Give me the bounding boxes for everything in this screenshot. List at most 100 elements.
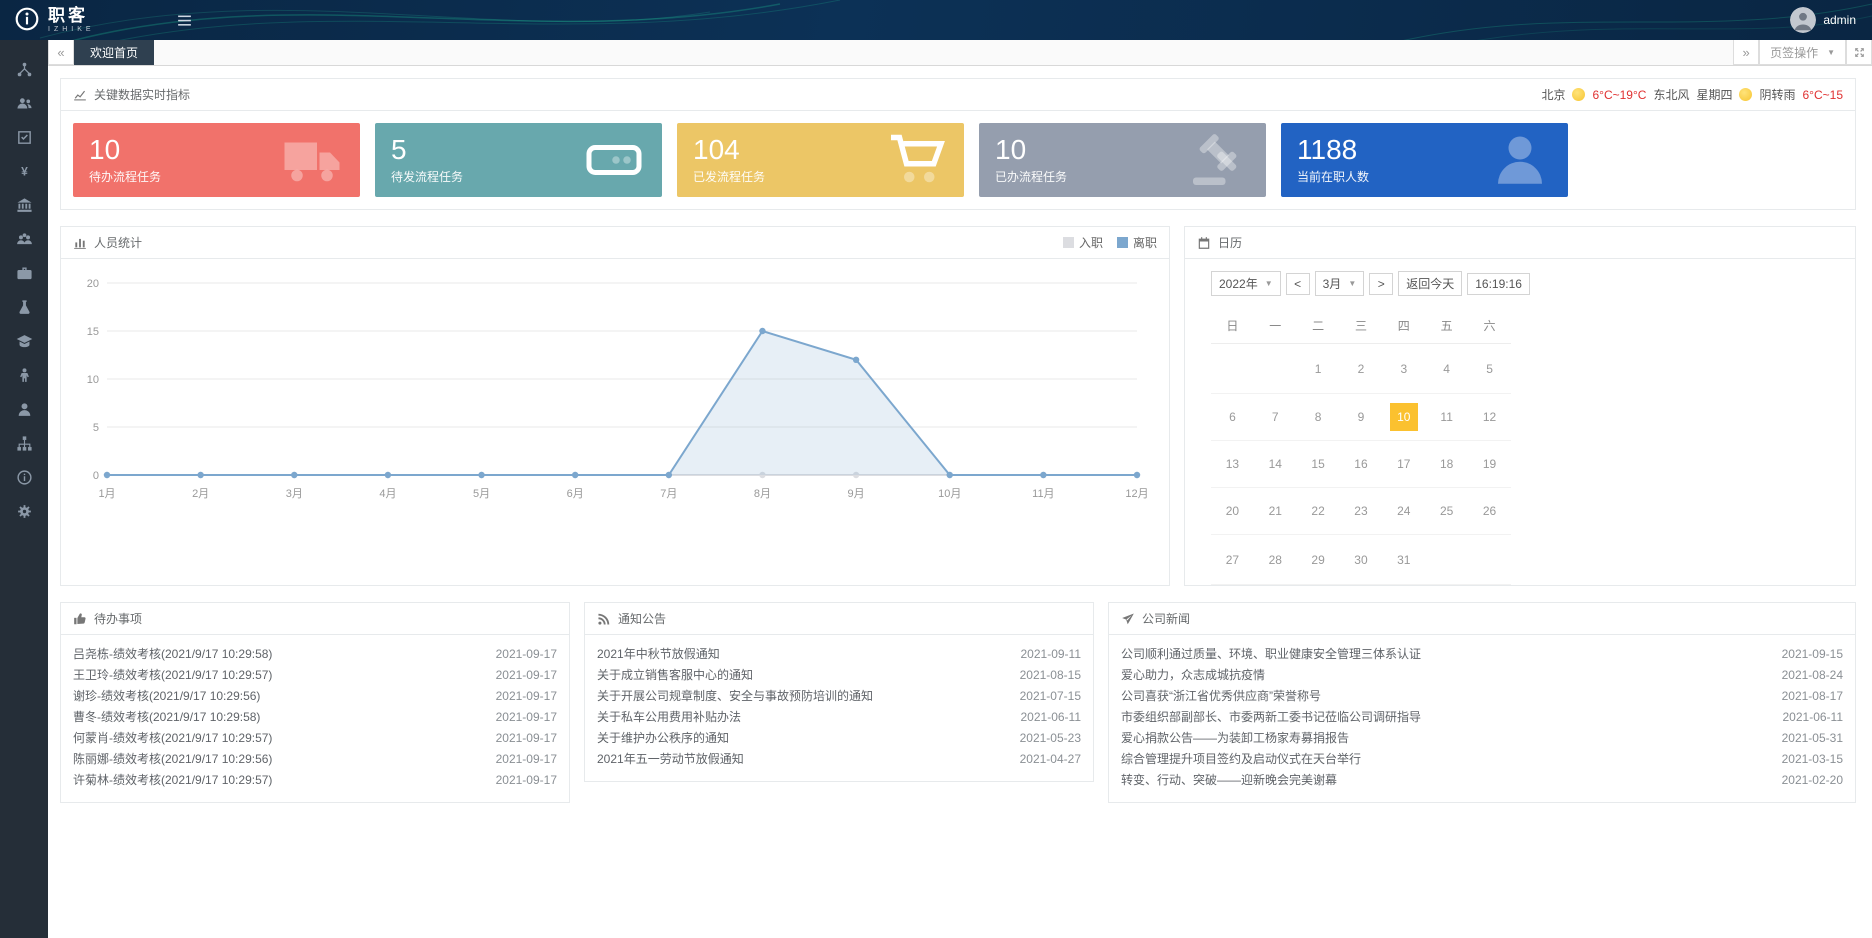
list-item[interactable]: 爱心捐款公告——为装卸工杨家寿募捐报告2021-05-31	[1121, 727, 1843, 748]
calendar-day[interactable]: 13	[1211, 441, 1254, 488]
calendar-day[interactable]: 16	[1340, 441, 1383, 488]
tabs-scroll-left-button[interactable]: «	[48, 40, 74, 65]
list-item[interactable]: 许菊林-绩效考核(2021/9/17 10:29:57)2021-09-17	[73, 769, 557, 790]
item-text: 关于私车公用费用补贴办法	[597, 708, 741, 725]
list-item[interactable]: 转变、行动、突破——迎新晚会完美谢幕2021-02-20	[1121, 769, 1843, 790]
calendar-day[interactable]: 8	[1297, 394, 1340, 441]
calendar-day[interactable]: 25	[1425, 488, 1468, 535]
svg-text:5: 5	[93, 422, 99, 434]
item-text: 关于开展公司规章制度、安全与事故预防培训的通知	[597, 687, 873, 704]
calendar-day[interactable]: 21	[1254, 488, 1297, 535]
list-item[interactable]: 王卫玲-绩效考核(2021/9/17 10:29:57)2021-09-17	[73, 664, 557, 685]
kpi-card-4[interactable]: 1188当前在职人数	[1281, 123, 1568, 197]
sidebar-item-child[interactable]	[0, 358, 48, 392]
sidebar-item-flask[interactable]	[0, 290, 48, 324]
sidebar-item-grad-cap[interactable]	[0, 324, 48, 358]
calendar-day[interactable]: 11	[1425, 394, 1468, 441]
calendar-day-number: 7	[1261, 403, 1289, 431]
legend-item-离职[interactable]: 离职	[1117, 234, 1157, 251]
calendar-day[interactable]: 3	[1382, 344, 1425, 394]
sidebar-item-briefcase[interactable]	[0, 256, 48, 290]
list-item[interactable]: 何蒙肖-绩效考核(2021/9/17 10:29:57)2021-09-17	[73, 727, 557, 748]
calendar-day[interactable]: 31	[1382, 535, 1425, 585]
thumbs-up-icon	[73, 611, 87, 626]
calendar-day[interactable]: 27	[1211, 535, 1254, 585]
calendar-day[interactable]: 22	[1297, 488, 1340, 535]
sidebar-item-check-square[interactable]	[0, 120, 48, 154]
list-item[interactable]: 公司喜获“浙江省优秀供应商”荣誉称号2021-08-17	[1121, 685, 1843, 706]
app-logo[interactable]: 职客 IZHIKE	[0, 6, 150, 35]
kpi-card-0[interactable]: 10待办流程任务	[73, 123, 360, 197]
calendar-day[interactable]: 26	[1468, 488, 1511, 535]
sidebar-item-team[interactable]	[0, 222, 48, 256]
calendar-day[interactable]: 29	[1297, 535, 1340, 585]
calendar-day[interactable]: 7	[1254, 394, 1297, 441]
sidebar-item-cogs[interactable]	[0, 494, 48, 528]
sidebar-item-bank[interactable]	[0, 188, 48, 222]
calendar-day[interactable]: 4	[1425, 344, 1468, 394]
fullscreen-toggle-button[interactable]	[1846, 40, 1872, 65]
list-item[interactable]: 吕尧栋-绩效考核(2021/9/17 10:29:58)2021-09-17	[73, 643, 557, 664]
sidebar-item-users[interactable]	[0, 86, 48, 120]
calendar-day[interactable]: 15	[1297, 441, 1340, 488]
sidebar-item-info[interactable]	[0, 460, 48, 494]
list-item[interactable]: 关于维护办公秩序的通知2021-05-23	[597, 727, 1081, 748]
calendar-day[interactable]: 24	[1382, 488, 1425, 535]
calendar-day[interactable]: 10	[1382, 394, 1425, 441]
calendar-day-number: 18	[1433, 450, 1461, 478]
chart-grid: 051015201月2月3月4月5月6月7月8月9月10月11月12月	[87, 278, 1149, 500]
storage-icon	[584, 130, 644, 190]
year-select[interactable]: 2022年 ▼	[1211, 271, 1281, 296]
calendar-day[interactable]: 23	[1340, 488, 1383, 535]
kpi-card-3[interactable]: 10已办流程任务	[979, 123, 1266, 197]
navbar-decoration	[0, 0, 1872, 40]
calendar-week-row: 6789101112	[1211, 394, 1511, 441]
list-item[interactable]: 综合管理提升项目签约及启动仪式在天台举行2021-03-15	[1121, 748, 1843, 769]
item-date: 2021-09-17	[496, 731, 557, 745]
sidebar-item-user[interactable]	[0, 392, 48, 426]
list-item[interactable]: 谢珍-绩效考核(2021/9/17 10:29:56)2021-09-17	[73, 685, 557, 706]
list-item[interactable]: 关于开展公司规章制度、安全与事故预防培训的通知2021-07-15	[597, 685, 1081, 706]
sidebar-toggle-button[interactable]	[176, 12, 193, 29]
sidebar-item-tree[interactable]	[0, 426, 48, 460]
kpi-value: 104	[693, 135, 765, 166]
list-item[interactable]: 关于私车公用费用补贴办法2021-06-11	[597, 706, 1081, 727]
list-item[interactable]: 公司顺利通过质量、环境、职业健康安全管理三体系认证2021-09-15	[1121, 643, 1843, 664]
calendar-day[interactable]: 20	[1211, 488, 1254, 535]
calendar-day[interactable]: 1	[1297, 344, 1340, 394]
user-menu[interactable]: admin	[1790, 7, 1872, 33]
calendar-day[interactable]: 18	[1425, 441, 1468, 488]
kpi-card-1[interactable]: 5待发流程任务	[375, 123, 662, 197]
list-item[interactable]: 曹冬-绩效考核(2021/9/17 10:29:58)2021-09-17	[73, 706, 557, 727]
calendar-day[interactable]: 2	[1340, 344, 1383, 394]
legend-item-入职[interactable]: 入职	[1063, 234, 1103, 251]
calendar-day[interactable]: 17	[1382, 441, 1425, 488]
back-to-today-button[interactable]: 返回今天	[1398, 271, 1462, 296]
calendar-day[interactable]: 28	[1254, 535, 1297, 585]
calendar-day[interactable]: 19	[1468, 441, 1511, 488]
list-item[interactable]: 陈丽娜-绩效考核(2021/9/17 10:29:56)2021-09-17	[73, 748, 557, 769]
calendar-day[interactable]: 9	[1340, 394, 1383, 441]
calendar-day[interactable]: 5	[1468, 344, 1511, 394]
next-month-button[interactable]: >	[1369, 273, 1393, 295]
svg-text:11月: 11月	[1032, 488, 1054, 500]
sidebar-item-org[interactable]	[0, 52, 48, 86]
tab-operations-button[interactable]: 页签操作 ▼	[1759, 40, 1846, 65]
info-icon	[16, 469, 33, 486]
list-item[interactable]: 市委组织部副部长、市委两新工委书记莅临公司调研指导2021-06-11	[1121, 706, 1843, 727]
calendar-day[interactable]: 14	[1254, 441, 1297, 488]
kpi-card-2[interactable]: 104已发流程任务	[677, 123, 964, 197]
tabs-scroll-right-button[interactable]: »	[1733, 40, 1759, 65]
list-item[interactable]: 2021年中秋节放假通知2021-09-11	[597, 643, 1081, 664]
calendar-day[interactable]: 30	[1340, 535, 1383, 585]
prev-month-button[interactable]: <	[1286, 273, 1310, 295]
tab-welcome-home[interactable]: 欢迎首页	[74, 40, 154, 65]
calendar-day[interactable]: 6	[1211, 394, 1254, 441]
list-item[interactable]: 爱心助力，众志成城抗疫情2021-08-24	[1121, 664, 1843, 685]
month-select[interactable]: 3月 ▼	[1315, 271, 1365, 296]
list-item[interactable]: 关于成立销售客服中心的通知2021-08-15	[597, 664, 1081, 685]
svg-text:¥: ¥	[21, 164, 28, 178]
sidebar-item-yen[interactable]: ¥	[0, 154, 48, 188]
calendar-day[interactable]: 12	[1468, 394, 1511, 441]
list-item[interactable]: 2021年五一劳动节放假通知2021-04-27	[597, 748, 1081, 769]
